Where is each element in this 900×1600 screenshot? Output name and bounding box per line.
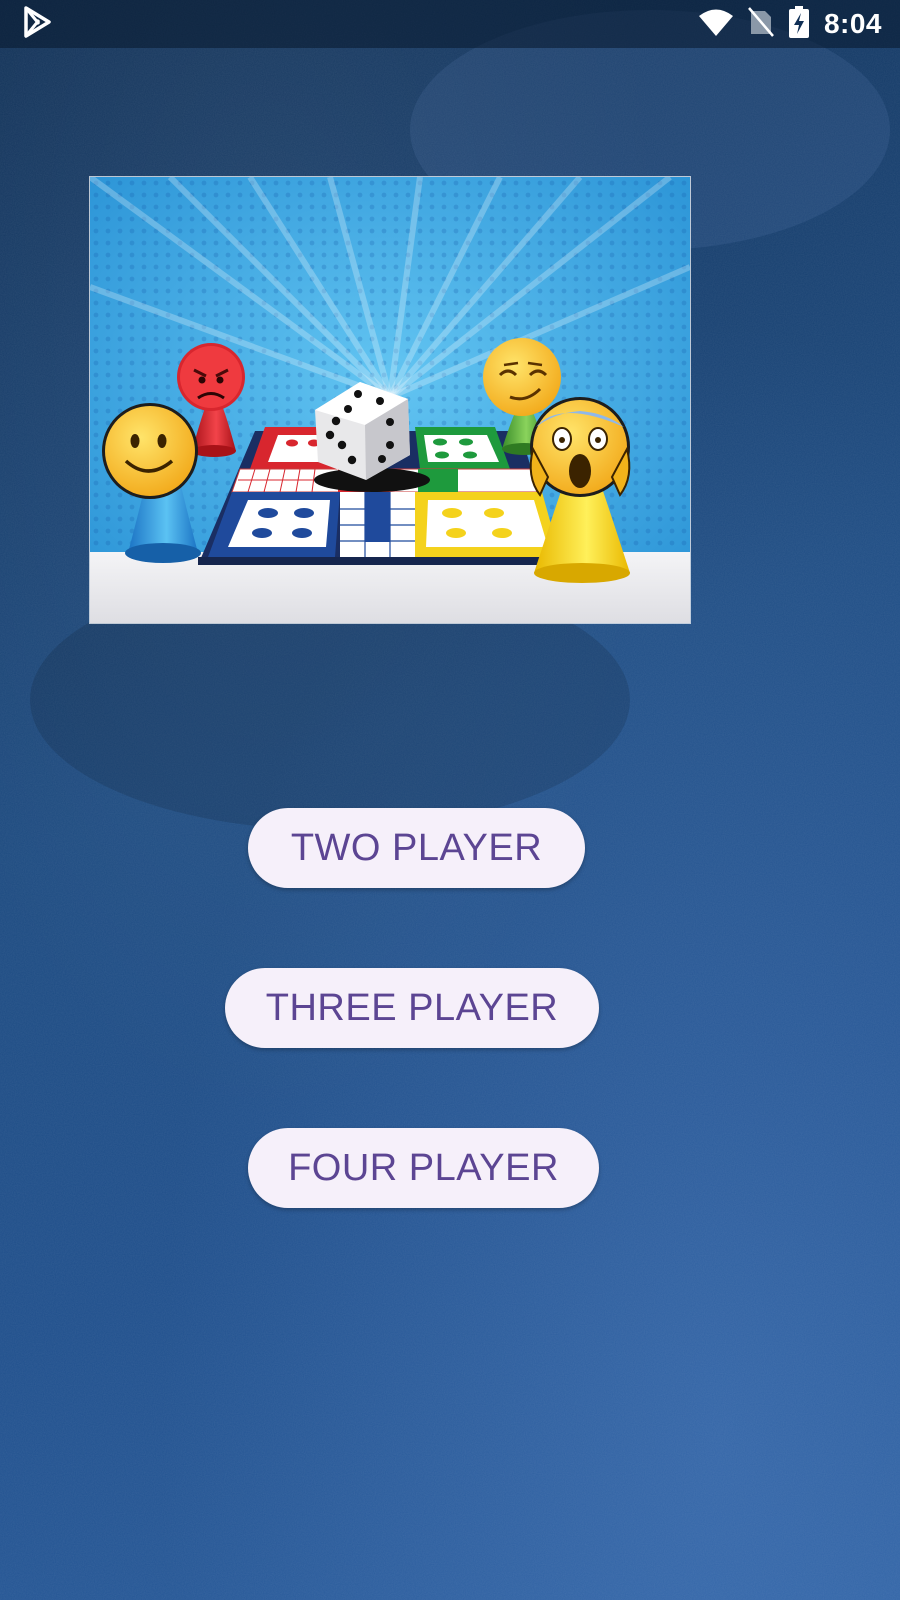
four-player-button[interactable]: FOUR PLAYER [248, 1128, 599, 1208]
status-time: 8:04 [823, 8, 882, 39]
play-store-icon [22, 5, 52, 44]
four-player-label: FOUR PLAYER [288, 1146, 559, 1189]
wifi-icon [698, 7, 734, 42]
status-bar: 8:04 [0, 0, 900, 48]
ludo-board-illustration [90, 177, 690, 623]
three-player-button[interactable]: THREE PLAYER [225, 968, 599, 1048]
two-player-button[interactable]: TWO PLAYER [248, 808, 585, 888]
battery-charging-icon [788, 5, 810, 43]
two-player-label: TWO PLAYER [290, 826, 543, 869]
no-sim-icon [748, 6, 774, 42]
status-right: 8:04 [698, 5, 900, 43]
game-banner [90, 177, 690, 623]
three-player-label: THREE PLAYER [265, 986, 559, 1029]
status-left [0, 5, 52, 44]
